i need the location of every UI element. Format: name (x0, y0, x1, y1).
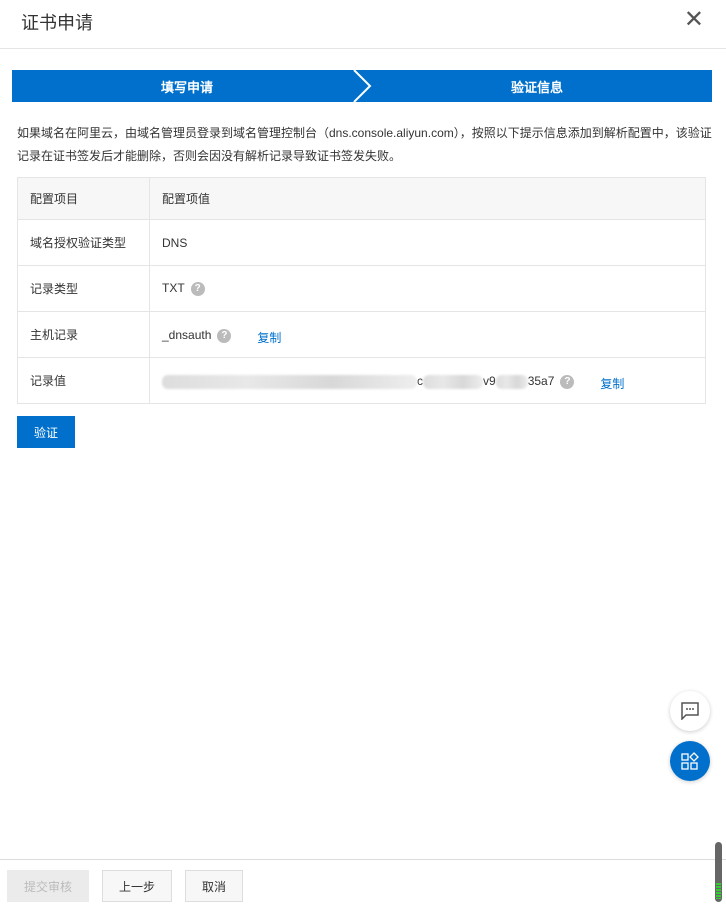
row-key: 主机记录 (17, 311, 150, 358)
submit-review-button[interactable]: 提交审核 (7, 870, 89, 902)
chat-button[interactable] (670, 691, 710, 731)
header-config-value: 配置项值 (149, 177, 706, 220)
record-value: c v9 35a7? 复制 (149, 357, 706, 404)
scrollbar[interactable] (715, 842, 722, 902)
dialog-title: 证书申请 (21, 13, 93, 33)
help-icon[interactable]: ? (217, 328, 232, 343)
copy-host-record-button[interactable]: 复制 (257, 331, 281, 345)
redacted-segment (162, 374, 417, 389)
instruction-text: 如果域名在阿里云，由域名管理员登录到域名管理控制台（dns.console.al… (17, 126, 712, 163)
help-icon[interactable]: ? (190, 281, 205, 296)
apps-icon (681, 752, 699, 770)
step-arrow-icon (353, 70, 372, 102)
close-icon[interactable]: ✕ (684, 8, 704, 32)
value-fragment: 35a7 (527, 374, 555, 388)
table-row: 记录值 c v9 35a7? 复制 (17, 357, 706, 404)
row-value: DNS (162, 235, 188, 250)
row-key: 记录类型 (17, 265, 150, 312)
step-verify-info: 验证信息 (362, 70, 712, 102)
row-key: 记录值 (17, 357, 150, 404)
value-fragment: v9 (483, 374, 496, 388)
redacted-segment (423, 374, 483, 389)
copy-record-value-button[interactable]: 复制 (600, 377, 624, 391)
table-row: 记录类型 TXT? (17, 265, 706, 312)
help-icon[interactable]: ? (560, 374, 575, 389)
previous-step-button[interactable]: 上一步 (102, 870, 172, 902)
cancel-button[interactable]: 取消 (185, 870, 243, 902)
row-value: _dnsauth (162, 328, 212, 342)
steps-bar: 填写申请 验证信息 (12, 70, 712, 102)
apps-button[interactable] (670, 741, 710, 781)
redacted-segment (495, 374, 528, 389)
dialog-header: 证书申请 ✕ (0, 0, 726, 49)
verify-button[interactable]: 验证 (17, 416, 75, 448)
dialog-footer: 提交审核 上一步 取消 (0, 859, 726, 909)
row-key: 域名授权验证类型 (17, 219, 150, 266)
chat-icon (681, 702, 699, 720)
dns-config-table: 配置项目 配置项值 域名授权验证类型 DNS 记录类型 TXT? 主机记录 _d… (17, 177, 706, 404)
step-fill-application: 填写申请 (12, 70, 362, 102)
row-value: TXT (162, 281, 185, 296)
table-row: 主机记录 _dnsauth? 复制 (17, 311, 706, 358)
header-config-item: 配置项目 (17, 177, 150, 220)
table-header-row: 配置项目 配置项值 (17, 177, 706, 220)
table-row: 域名授权验证类型 DNS (17, 219, 706, 266)
